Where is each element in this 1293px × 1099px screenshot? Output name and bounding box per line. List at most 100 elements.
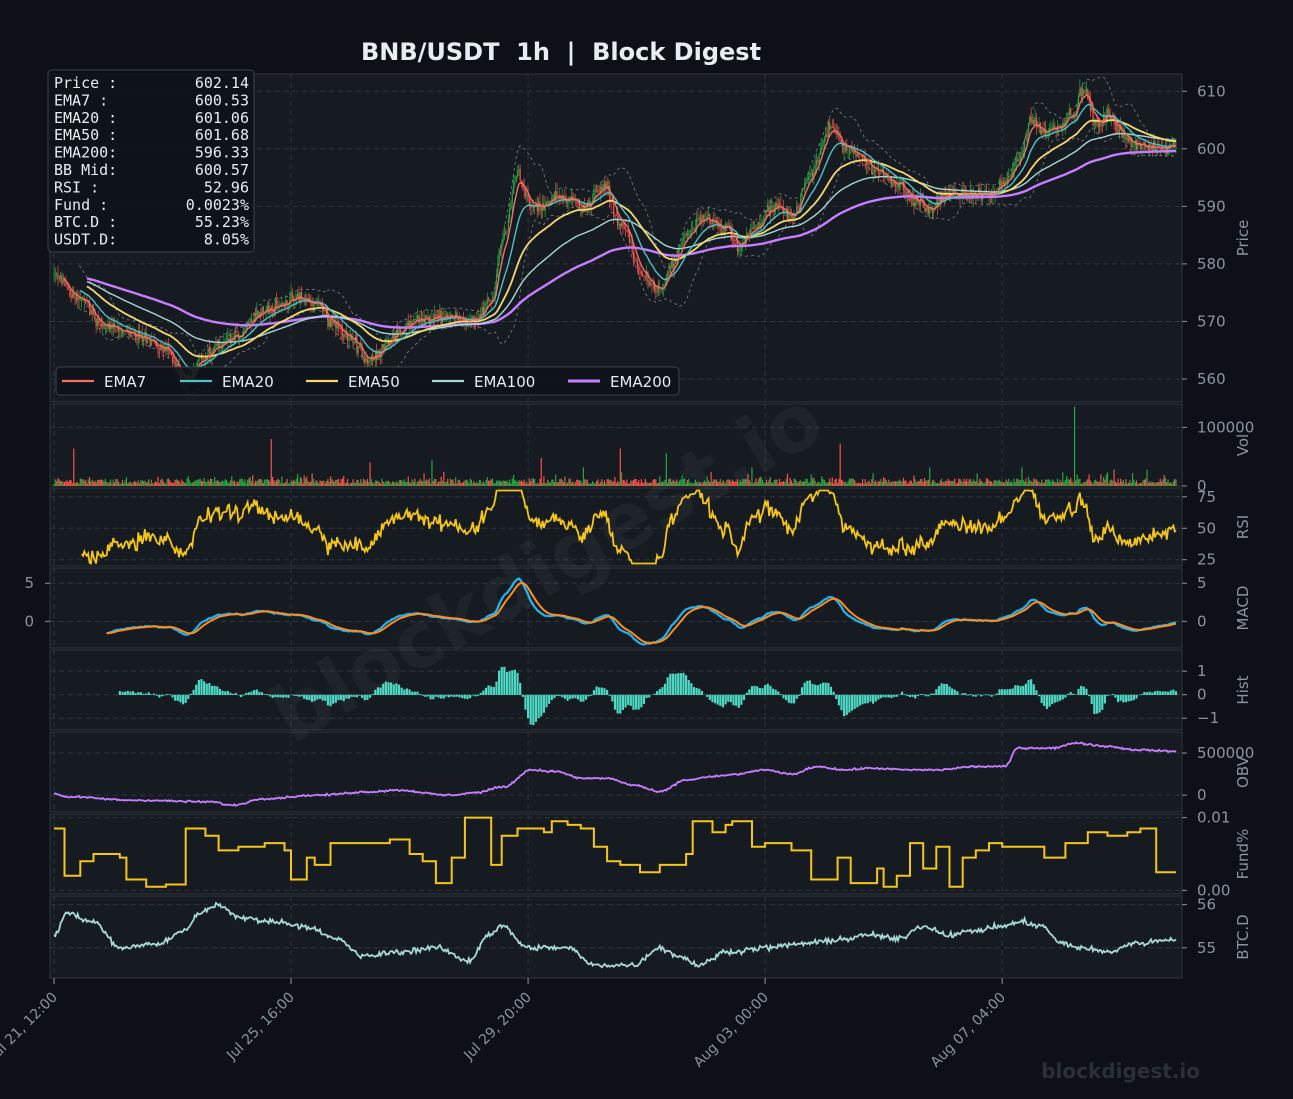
volume-bar [596, 481, 597, 486]
volume-bar [1103, 477, 1104, 486]
histogram-bar [237, 695, 239, 696]
histogram-bar [216, 686, 218, 695]
candle-body [525, 190, 526, 196]
candle-body [516, 176, 517, 181]
volume-bar [318, 483, 319, 486]
volume-bar [380, 484, 381, 486]
candle-body [268, 305, 269, 313]
volume-bar [1091, 482, 1092, 486]
candle-body [738, 249, 739, 251]
readout-label: EMA20 : [54, 109, 117, 127]
volume-bar [347, 479, 348, 486]
volume-bar [135, 482, 136, 486]
volume-bar [155, 481, 156, 486]
volume-bar [71, 480, 72, 486]
candle-body [244, 328, 245, 329]
volume-bar [283, 483, 284, 486]
volume-bar [1164, 475, 1165, 486]
volume-bar [904, 480, 905, 486]
volume-bar [152, 483, 153, 486]
histogram-bar [954, 690, 956, 695]
histogram-bar [688, 680, 690, 695]
volume-bar [873, 473, 874, 486]
histogram-bar [756, 686, 758, 695]
volume-bar [397, 483, 398, 486]
volume-bar [250, 477, 251, 486]
histogram-bar [627, 695, 629, 705]
candle-body [68, 287, 69, 289]
volume-bar [225, 479, 226, 486]
candle-body [1006, 181, 1007, 182]
histogram-bar [993, 695, 995, 696]
histogram-bar [1077, 689, 1079, 695]
volume-bar [410, 483, 411, 486]
volume-bar [809, 482, 810, 486]
histogram-bar [453, 695, 455, 697]
volume-bar [800, 480, 801, 486]
volume-bar [473, 481, 474, 486]
histogram-bar [806, 681, 808, 695]
candle-body [417, 316, 418, 319]
histogram-bar [595, 686, 597, 695]
volume-bar [1015, 482, 1016, 486]
volume-bar [880, 479, 881, 486]
volume-bar [1104, 480, 1105, 486]
candle-body [812, 173, 813, 177]
candle-body [670, 266, 671, 272]
volume-bar [1128, 483, 1129, 486]
volume-bar [574, 484, 575, 486]
volume-bar [1133, 480, 1134, 486]
candle-body [1024, 140, 1025, 150]
volume-bar [962, 482, 963, 486]
histogram-bar [1159, 691, 1161, 695]
volume-bar [995, 481, 996, 486]
histogram-bar [1043, 695, 1045, 706]
volume-bar [942, 482, 943, 486]
volume-bar [900, 481, 901, 486]
volume-bar [844, 482, 845, 486]
histogram-bar [514, 670, 516, 695]
volume-bar [148, 479, 149, 486]
histogram-bar [540, 695, 542, 717]
volume-bar [1062, 472, 1063, 486]
volume-bar [255, 481, 256, 486]
histogram-bar [864, 695, 866, 704]
volume-bar [190, 483, 191, 486]
volume-bar [865, 479, 866, 486]
volume-bar [933, 480, 934, 486]
x-tick-label: Jul 29, 20:00 [460, 990, 535, 1065]
histogram-bar [445, 695, 447, 697]
histogram-bar [717, 695, 719, 705]
candle-body [643, 277, 644, 278]
volume-bar [72, 483, 73, 486]
volume-bar [535, 484, 536, 486]
histogram-bar [804, 683, 806, 695]
candle-body [1016, 159, 1017, 161]
histogram-bar [150, 694, 152, 695]
volume-bar [475, 484, 476, 486]
candle-body [172, 355, 173, 359]
histogram-bar [890, 695, 892, 698]
volume-bar [360, 479, 361, 486]
volume-bar [958, 479, 959, 486]
volume-bar [556, 482, 557, 486]
volume-bar [481, 484, 482, 486]
candle-body [821, 146, 822, 149]
candle-body [691, 230, 692, 231]
volume-bar [506, 480, 507, 486]
volume-bar [944, 482, 945, 486]
volume-bar [837, 483, 838, 486]
candle-body [1091, 108, 1092, 111]
histogram-bar [854, 695, 856, 709]
volume-bar [516, 481, 517, 486]
volume-bar [579, 481, 580, 486]
candle-body [1007, 178, 1008, 181]
volume-bar [74, 483, 75, 486]
volume-bar [796, 481, 797, 486]
volume-bar [797, 483, 798, 486]
volume-bar [57, 478, 58, 486]
readout-label: BTC.D : [54, 213, 117, 231]
volume-bar [876, 483, 877, 486]
histogram-bar [624, 695, 626, 708]
candle-body [292, 293, 293, 298]
